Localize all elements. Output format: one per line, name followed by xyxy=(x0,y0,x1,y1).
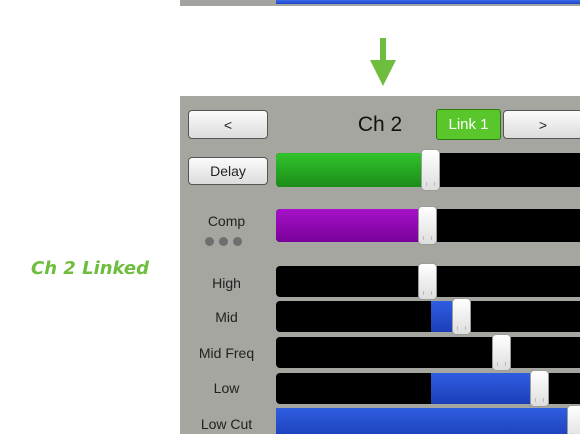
low-fill xyxy=(431,373,540,404)
delay-slider[interactable] xyxy=(276,149,580,191)
comp-label: Comp xyxy=(207,213,246,229)
low-cut-slider[interactable] xyxy=(276,405,580,434)
delay-button[interactable]: Delay xyxy=(188,157,268,185)
comp-fill xyxy=(276,209,428,242)
comp-slider-thumb[interactable] xyxy=(417,206,437,245)
delay-slider-thumb[interactable] xyxy=(421,149,440,191)
low-cut-slider-thumb[interactable] xyxy=(566,405,580,434)
previous-panel-edge xyxy=(180,0,580,6)
down-arrow-icon xyxy=(370,38,396,86)
high-eq-slider[interactable] xyxy=(276,263,580,300)
low-cut-label: Low Cut xyxy=(200,416,253,432)
more-dots-icon[interactable] xyxy=(205,233,251,246)
channel-title: Ch 2 xyxy=(357,112,403,136)
mid-slider-thumb[interactable] xyxy=(452,298,471,335)
previous-slider-edge xyxy=(276,0,580,4)
high-slider-thumb[interactable] xyxy=(417,263,437,300)
mid-label: Mid xyxy=(215,309,238,325)
channel-panel: < Ch 2 Link 1 > Delay Comp High Mid Mid … xyxy=(180,96,580,434)
ch2-linked-caption: Ch 2 Linked xyxy=(31,258,149,279)
prev-channel-button[interactable]: < xyxy=(188,110,268,139)
low-eq-slider[interactable] xyxy=(276,370,580,407)
link-button[interactable]: Link 1 xyxy=(436,109,501,140)
mid-freq-slider[interactable] xyxy=(276,334,580,371)
comp-slider[interactable] xyxy=(276,206,580,245)
next-channel-button[interactable]: > xyxy=(503,110,580,139)
delay-fill xyxy=(276,153,431,187)
low-label: Low xyxy=(213,380,240,396)
mid-freq-label: Mid Freq xyxy=(198,345,255,361)
low-slider-thumb[interactable] xyxy=(529,370,549,407)
mid-eq-slider[interactable] xyxy=(276,298,580,335)
low-cut-fill xyxy=(276,408,577,434)
high-label: High xyxy=(212,275,241,291)
mid-freq-slider-thumb[interactable] xyxy=(492,334,512,371)
